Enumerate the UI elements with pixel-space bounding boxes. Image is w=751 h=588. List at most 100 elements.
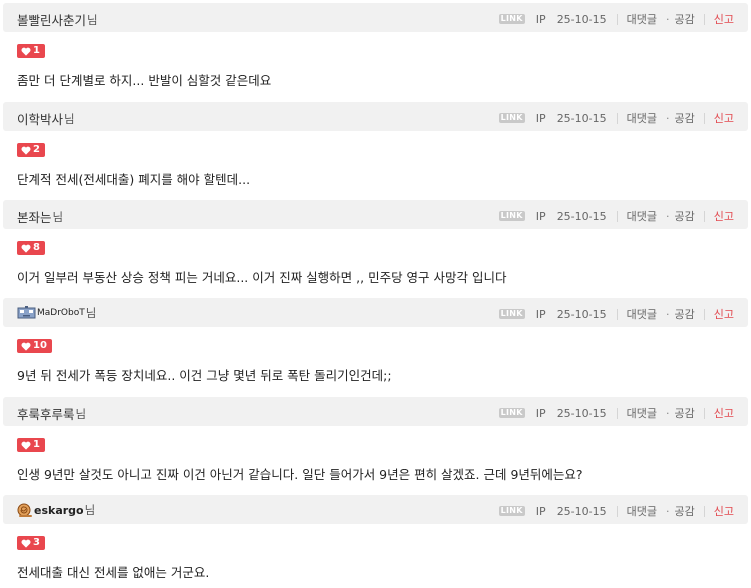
reply-button[interactable]: 대댓글 [627, 503, 657, 519]
author-nickname[interactable]: 볼빨린사춘기 [17, 10, 86, 29]
author-name[interactable]: 본좌는 님 [17, 207, 63, 226]
like-count-badge: 8 [17, 241, 45, 255]
comment-header: eskargo 님 LINK IP 25-10-15 대댓글 · 공감 신고 [3, 495, 748, 524]
reply-button[interactable]: 대댓글 [627, 110, 657, 126]
comment-item: 후룩후루룩 님 LINK IP 25-10-15 대댓글 · 공감 신고 1 인생 9년만 살것도 … [0, 397, 751, 493]
ip-label: IP [535, 406, 546, 420]
report-button[interactable]: 신고 [714, 11, 734, 27]
comment-text: 전세대출 대신 전세를 없애는 거군요. [17, 565, 210, 580]
author-nickname-image-text: eskargo [34, 503, 84, 517]
ip-label: IP [535, 111, 546, 125]
report-button[interactable]: 신고 [714, 503, 734, 519]
like-count: 1 [33, 439, 40, 450]
like-button[interactable]: 공감 [675, 405, 695, 421]
report-button[interactable]: 신고 [714, 110, 734, 126]
heart-icon [21, 539, 33, 548]
like-count: 8 [33, 242, 40, 253]
snail-icon[interactable]: eskargo [17, 503, 84, 518]
comment-meta: LINK IP 25-10-15 대댓글 · 공감 신고 [498, 503, 734, 519]
reply-button[interactable]: 대댓글 [627, 405, 657, 421]
author-name[interactable]: eskargo 님 [17, 502, 95, 518]
dot-separator: · [666, 12, 670, 26]
like-count-badge: 3 [17, 536, 45, 550]
comment-date: 25-10-15 [556, 209, 607, 223]
link-badge[interactable]: LINK [498, 309, 525, 319]
link-badge[interactable]: LINK [498, 506, 525, 516]
like-count-badge: 1 [17, 438, 45, 452]
author-nickname[interactable]: 후룩후루룩 [17, 404, 75, 423]
report-button[interactable]: 신고 [714, 208, 734, 224]
author-nickname[interactable]: 본좌는 [17, 207, 52, 226]
divider [616, 210, 618, 222]
like-button[interactable]: 공감 [675, 110, 695, 126]
like-count-badge: 2 [17, 143, 45, 157]
link-badge[interactable]: LINK [498, 211, 525, 221]
ip-label: IP [535, 504, 546, 518]
dot-separator: · [666, 111, 670, 125]
dot-separator: · [666, 504, 670, 518]
author-name[interactable]: MaDrOboT 님 [17, 305, 96, 321]
robot-icon[interactable]: MaDrOboT [17, 306, 85, 321]
link-badge[interactable]: LINK [498, 408, 525, 418]
heart-icon [21, 146, 33, 155]
comment-item: MaDrOboT 님 LINK IP 25-10-15 대댓글 · 공감 신고 10 9년 뒤 전세… [0, 298, 751, 394]
author-nickname-image-text: MaDrOboT [37, 308, 85, 318]
author-suffix: 님 [75, 406, 87, 421]
author-name[interactable]: 이학박사 님 [17, 109, 75, 128]
comment-date: 25-10-15 [556, 406, 607, 420]
author-name[interactable]: 볼빨린사춘기 님 [17, 10, 98, 29]
divider [703, 210, 705, 222]
dot-separator: · [666, 209, 670, 223]
like-count-badge: 10 [17, 339, 52, 353]
heart-icon [21, 342, 33, 351]
comment-text: 좀만 더 단계별로 하지... 반발이 심할것 같은데요 [17, 73, 272, 88]
comment-item: 본좌는 님 LINK IP 25-10-15 대댓글 · 공감 신고 8 이거 일부러 부동산 상승… [0, 200, 751, 296]
comment-item: eskargo 님 LINK IP 25-10-15 대댓글 · 공감 신고 3 전세대출 대신 전… [0, 495, 751, 588]
like-button[interactable]: 공감 [675, 503, 695, 519]
comment-header: 본좌는 님 LINK IP 25-10-15 대댓글 · 공감 신고 [3, 200, 748, 229]
author-nickname[interactable]: 이학박사 [17, 109, 63, 128]
divider [703, 407, 705, 419]
comment-meta: LINK IP 25-10-15 대댓글 · 공감 신고 [498, 405, 734, 421]
comment-date: 25-10-15 [556, 12, 607, 26]
heart-icon [21, 441, 33, 450]
comment-date: 25-10-15 [556, 504, 607, 518]
link-badge[interactable]: LINK [498, 113, 525, 123]
comment-text: 9년 뒤 전세가 폭등 장치네요.. 이건 그냥 몇년 뒤로 폭탄 돌리기인건데… [17, 368, 392, 383]
link-badge[interactable]: LINK [498, 14, 525, 24]
comment-header: 후룩후루룩 님 LINK IP 25-10-15 대댓글 · 공감 신고 [3, 397, 748, 426]
like-button[interactable]: 공감 [675, 306, 695, 322]
like-count: 2 [33, 144, 40, 155]
heart-icon [21, 47, 33, 56]
ip-label: IP [535, 12, 546, 26]
reply-button[interactable]: 대댓글 [627, 208, 657, 224]
report-button[interactable]: 신고 [714, 405, 734, 421]
author-suffix: 님 [52, 209, 64, 224]
comment-text: 이거 일부러 부동산 상승 정책 피는 거네요... 이거 진짜 실행하면 ,,… [17, 270, 507, 285]
comment-date: 25-10-15 [556, 111, 607, 125]
like-count: 10 [33, 340, 47, 351]
divider [703, 112, 705, 124]
like-count: 1 [33, 45, 40, 56]
dot-separator: · [666, 307, 670, 321]
comment-list: 볼빨린사춘기 님 LINK IP 25-10-15 대댓글 · 공감 신고 1 좀만 더 단계별로 … [0, 0, 751, 588]
divider [703, 13, 705, 25]
like-button[interactable]: 공감 [675, 11, 695, 27]
comment-header: MaDrOboT 님 LINK IP 25-10-15 대댓글 · 공감 신고 [3, 298, 748, 327]
divider [616, 407, 618, 419]
comment-header: 볼빨린사춘기 님 LINK IP 25-10-15 대댓글 · 공감 신고 [3, 3, 748, 32]
author-name[interactable]: 후룩후루룩 님 [17, 404, 86, 423]
comment-meta: LINK IP 25-10-15 대댓글 · 공감 신고 [498, 11, 734, 27]
like-count-badge: 1 [17, 44, 45, 58]
like-button[interactable]: 공감 [675, 208, 695, 224]
reply-button[interactable]: 대댓글 [627, 11, 657, 27]
dot-separator: · [666, 406, 670, 420]
ip-label: IP [535, 209, 546, 223]
author-suffix: 님 [85, 306, 97, 320]
report-button[interactable]: 신고 [714, 306, 734, 322]
comment-meta: LINK IP 25-10-15 대댓글 · 공감 신고 [498, 306, 734, 322]
comment-date: 25-10-15 [556, 307, 607, 321]
divider [703, 505, 705, 517]
divider [616, 112, 618, 124]
reply-button[interactable]: 대댓글 [627, 306, 657, 322]
